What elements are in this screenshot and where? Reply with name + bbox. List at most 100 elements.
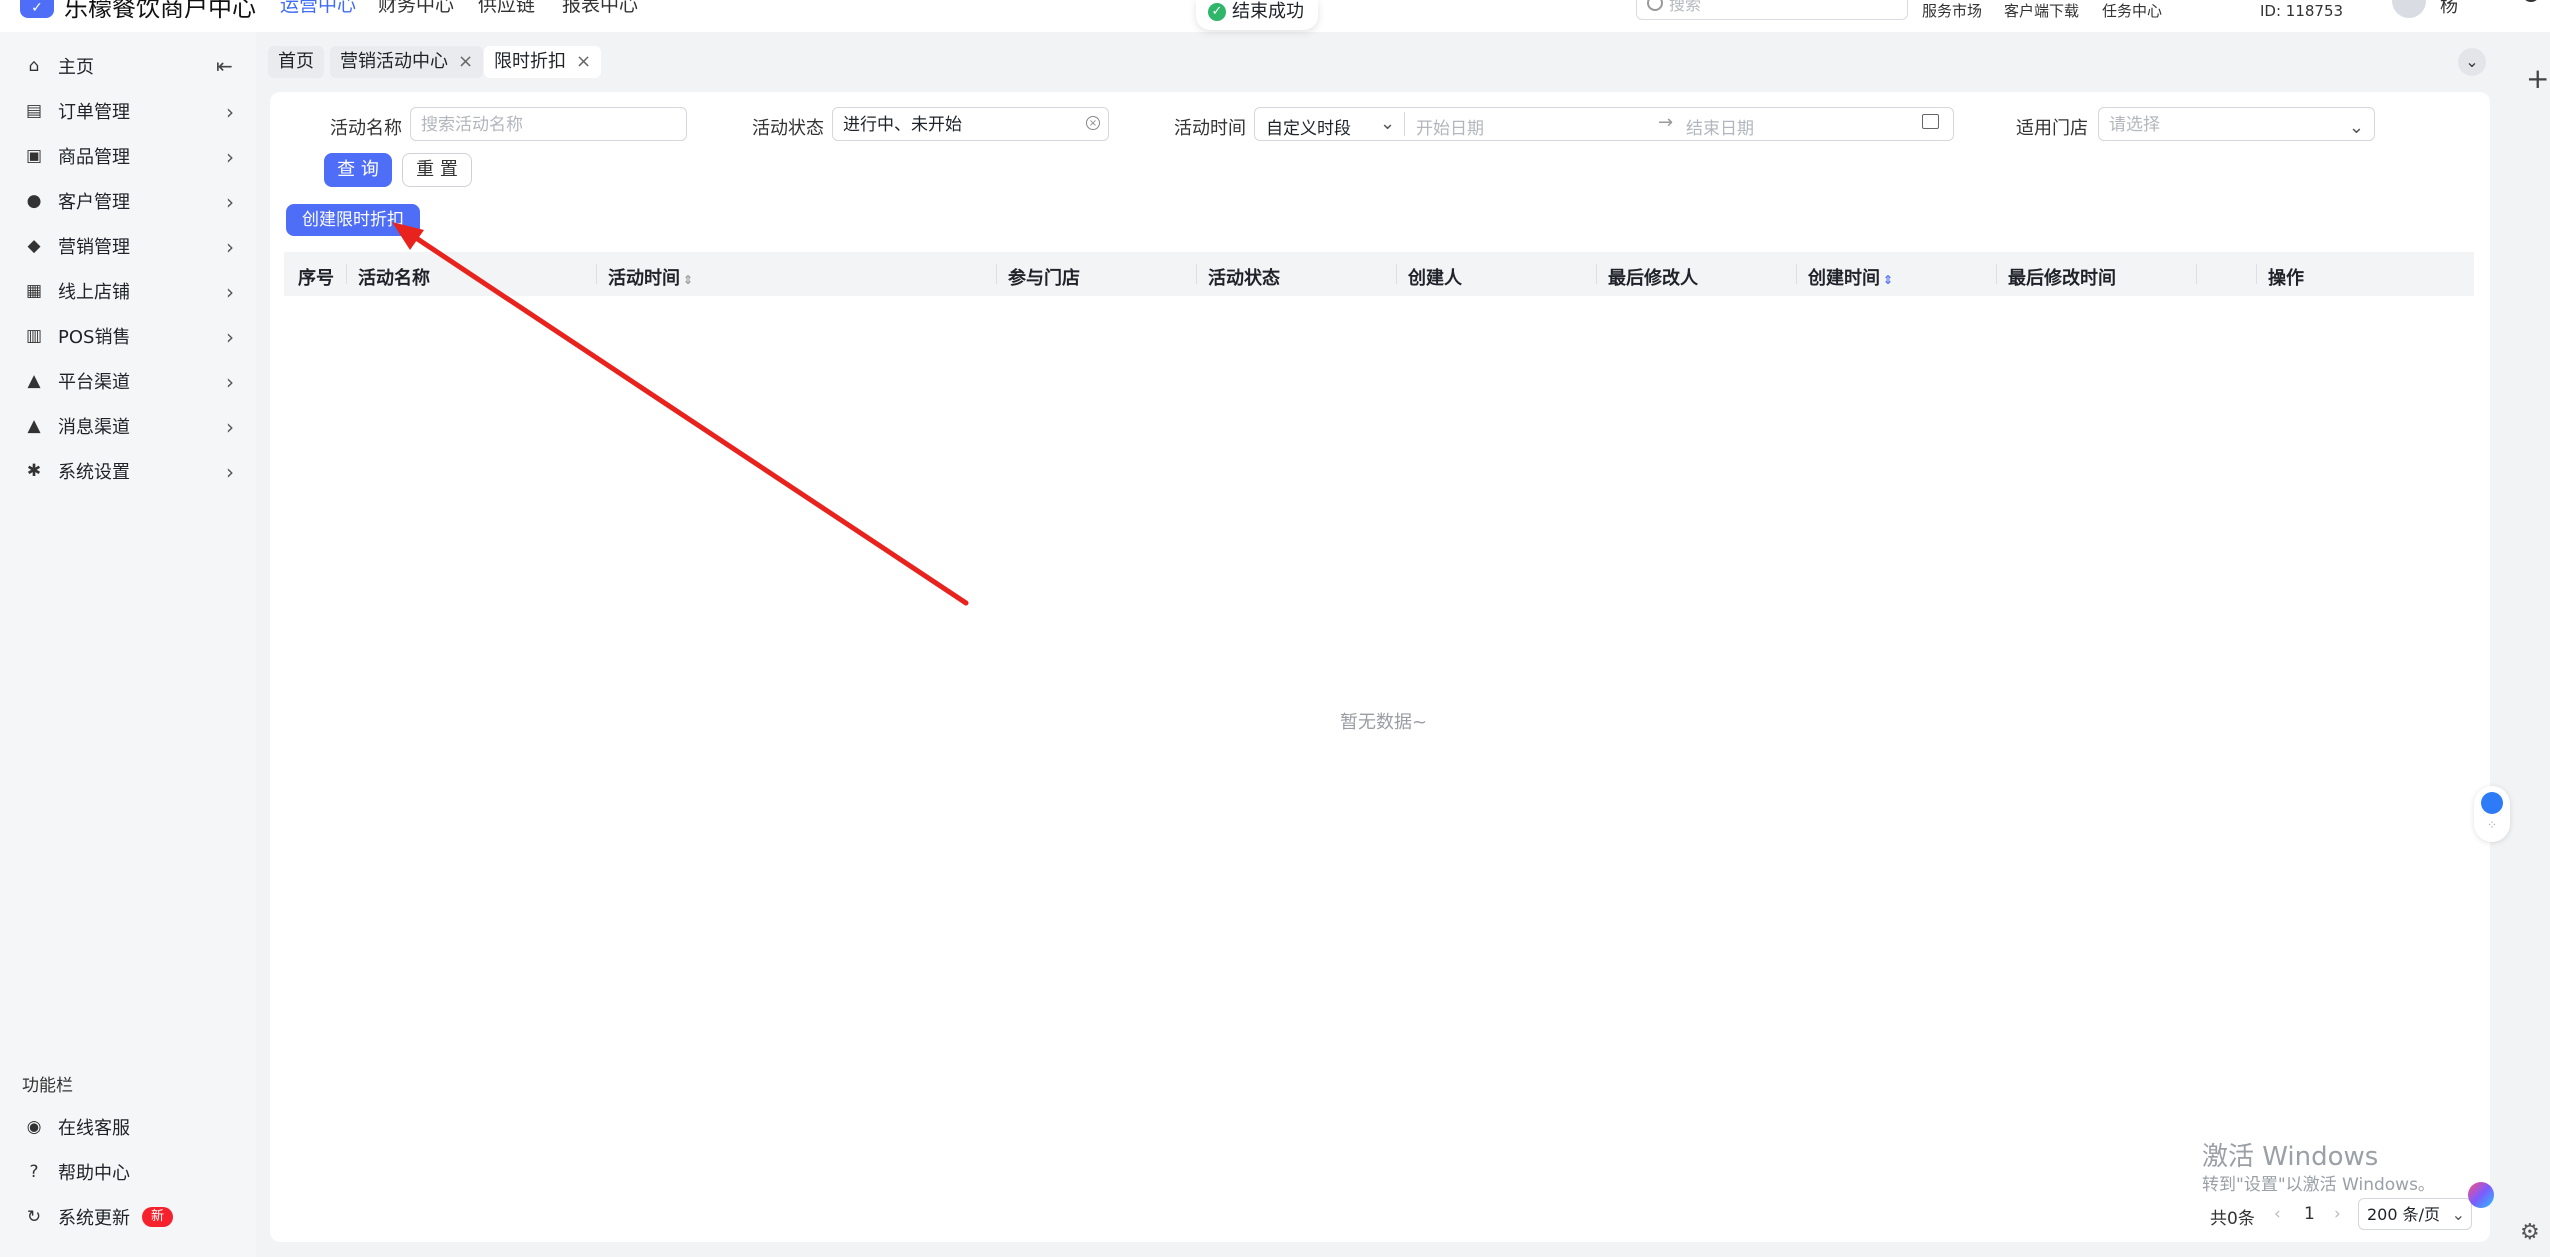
sidebar-item-label: 系统设置	[58, 462, 130, 483]
sidebar-item-home[interactable]: ⌂ 主页	[0, 44, 256, 88]
link-service-market[interactable]: 服务市场	[1922, 0, 1982, 21]
bank-icon: ▲	[27, 371, 41, 391]
floating-chat-widget[interactable]: ⁘	[2474, 786, 2510, 842]
online-support-item[interactable]: ◉ 在线客服	[0, 1105, 256, 1149]
sidebar-item-label: 主页	[58, 57, 94, 78]
empty-state-text: 暂无数据~	[1340, 712, 1428, 733]
top-nav-finance[interactable]: 财务中心	[378, 0, 454, 17]
clear-icon[interactable]: ×	[1086, 116, 1100, 130]
help-icon: ?	[29, 1162, 39, 1182]
arrow-right-icon: →	[1658, 112, 1674, 133]
annotation-arrow	[392, 222, 969, 606]
global-search-input[interactable]: 搜索	[1636, 0, 1908, 20]
sidebar-item-label: 营销管理	[58, 237, 130, 258]
sidebar-item-message-channels[interactable]: ▲ 消息渠道 ›	[0, 404, 256, 448]
app-logo-icon[interactable]: ✓	[20, 0, 54, 18]
chevron-down-icon: ⌄	[2348, 117, 2364, 138]
tab-flash-discount[interactable]: 限时折扣 ×	[484, 46, 602, 78]
sidebar-item-platform-channels[interactable]: ▲ 平台渠道 ›	[0, 359, 256, 403]
sidebar-item-label: 订单管理	[58, 102, 130, 123]
chevron-right-icon: ›	[226, 190, 234, 214]
sidebar-item-goods[interactable]: ▣ 商品管理 ›	[0, 134, 256, 178]
page-number[interactable]: 1	[2304, 1204, 2315, 1224]
tab-home[interactable]: 首页	[268, 46, 324, 78]
sidebar-item-label: 消息渠道	[58, 417, 130, 438]
start-date-input[interactable]: 开始日期	[1416, 114, 1484, 139]
link-task-center[interactable]: 任务中心	[2102, 0, 2162, 21]
drag-handle-icon[interactable]: ⁘	[2487, 818, 2497, 832]
gear-icon: ✱	[26, 461, 42, 481]
filter-label-name: 活动名称	[330, 118, 402, 139]
check-circle-icon: ✓	[1208, 3, 1226, 21]
chevron-right-icon: ›	[226, 460, 234, 484]
home-icon: ⌂	[28, 56, 40, 76]
activity-status-select[interactable]: 进行中、未开始 ×	[832, 107, 1109, 141]
next-page-icon[interactable]: ›	[2334, 1204, 2341, 1224]
sidebar-item-label: 客户管理	[58, 192, 130, 213]
tabs-more-icon[interactable]: ⌄	[2458, 48, 2486, 76]
system-update-item[interactable]: ↻ 系统更新 新	[0, 1195, 256, 1239]
sidebar-item-pos[interactable]: ▥ POS销售 ›	[0, 314, 256, 358]
refresh-icon: ↻	[26, 1207, 42, 1227]
windows-activation-hint: 转到"设置"以激活 Windows。	[2202, 1175, 2435, 1195]
add-icon[interactable]: +	[2526, 62, 2549, 95]
close-icon[interactable]: ×	[576, 46, 591, 78]
sidebar-item-label: 平台渠道	[58, 372, 130, 393]
stores-select[interactable]: 请选择 ⌄	[2098, 107, 2375, 141]
column-header: 最后修改人	[1608, 268, 1698, 289]
tag-icon: ◆	[27, 236, 41, 256]
user-icon: ●	[26, 191, 42, 211]
column-header: 序号	[298, 268, 334, 289]
pos-icon: ▥	[25, 326, 43, 346]
sidebar-item-online-store[interactable]: ▦ 线上店铺 ›	[0, 269, 256, 313]
sort-icon: ⇕	[1883, 273, 1894, 287]
ai-assistant-icon[interactable]	[2468, 1182, 2494, 1208]
chat-icon	[2481, 792, 2503, 814]
bank-icon: ▲	[27, 416, 41, 436]
chevron-right-icon: ›	[226, 370, 234, 394]
function-item-label: 在线客服	[58, 1118, 130, 1139]
time-mode-select[interactable]: 自定义时段	[1266, 114, 1351, 139]
column-header: 参与门店	[1008, 268, 1080, 289]
column-header-sortable[interactable]: 创建时间 ⇕	[1808, 264, 1893, 290]
divider	[1404, 112, 1405, 136]
merchant-id[interactable]: ID: 118753	[2260, 2, 2343, 20]
sidebar-item-orders[interactable]: ▤ 订单管理 ›	[0, 89, 256, 133]
success-toast: ✓ 结束成功	[1196, 0, 1318, 30]
activity-name-input[interactable]: 搜索活动名称	[410, 107, 687, 141]
column-header: 操作	[2268, 268, 2304, 289]
filter-label-time: 活动时间	[1174, 118, 1246, 139]
close-icon[interactable]: ×	[458, 46, 473, 78]
user-name[interactable]: 杨	[2440, 0, 2458, 18]
sidebar-item-label: 商品管理	[58, 147, 130, 168]
app-title: 乐檬餐饮商户中心	[64, 0, 256, 22]
top-nav-reports[interactable]: 报表中心	[562, 0, 638, 17]
pagination-total: 共0条	[2210, 1209, 2255, 1229]
help-center-item[interactable]: ? 帮助中心	[0, 1150, 256, 1194]
calendar-icon[interactable]	[1922, 114, 1939, 129]
page-size-select[interactable]: 200 条/页 ⌄	[2358, 1198, 2472, 1230]
chevron-down-icon[interactable]: ⌄	[1380, 113, 1395, 134]
prev-page-icon[interactable]: ‹	[2274, 1204, 2281, 1224]
chevron-right-icon: ›	[226, 100, 234, 124]
windows-activation-watermark: 激活 Windows	[2202, 1142, 2379, 1172]
link-client-download[interactable]: 客户端下载	[2004, 0, 2079, 21]
end-date-input[interactable]: 结束日期	[1686, 114, 1754, 139]
chevron-right-icon: ›	[226, 235, 234, 259]
function-bar-title: 功能栏	[22, 1076, 73, 1096]
activity-time-range[interactable]	[1254, 107, 1954, 141]
top-nav-supply-chain[interactable]: 供应链	[478, 0, 535, 17]
query-button[interactable]: 查 询	[324, 153, 392, 187]
sidebar-item-customers[interactable]: ● 客户管理 ›	[0, 179, 256, 223]
sidebar-item-marketing[interactable]: ◆ 营销管理 ›	[0, 224, 256, 268]
reset-button[interactable]: 重 置	[402, 153, 472, 187]
headset-icon: ◉	[26, 1117, 42, 1137]
chevron-right-icon: ›	[226, 325, 234, 349]
filter-label-status: 活动状态	[752, 118, 824, 139]
top-nav-operations[interactable]: 运营中心	[280, 0, 356, 17]
filter-label-stores: 适用门店	[2016, 118, 2088, 139]
tab-marketing-center[interactable]: 营销活动中心 ×	[330, 46, 484, 78]
goods-icon: ▣	[25, 146, 43, 166]
settings-gear-icon[interactable]: ⚙	[2520, 1220, 2540, 1245]
sidebar-item-system-settings[interactable]: ✱ 系统设置 ›	[0, 449, 256, 493]
